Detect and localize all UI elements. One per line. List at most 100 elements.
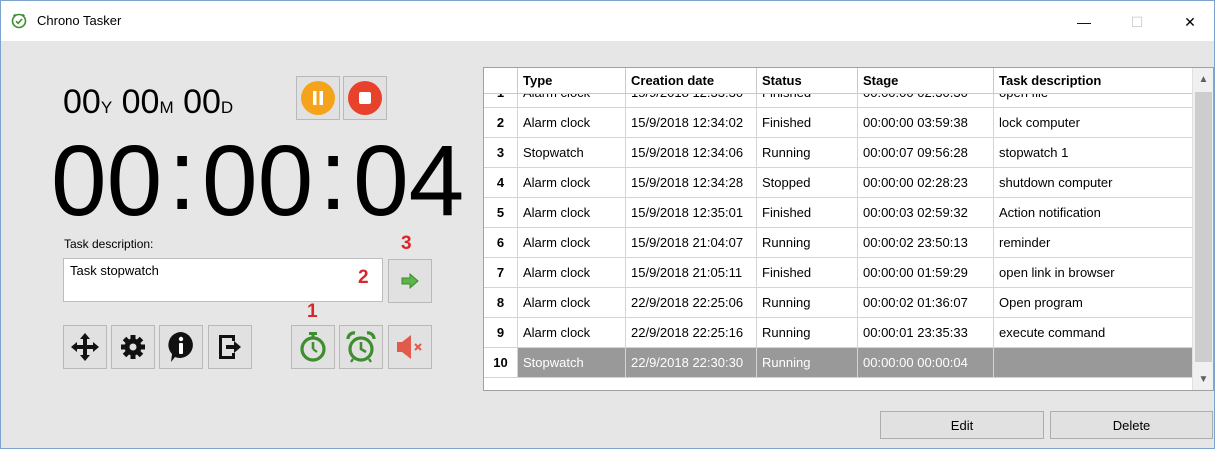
cell-stage: 00:00:00 00:00:04 <box>858 348 994 377</box>
days-unit: D <box>220 98 234 117</box>
cell-type: Alarm clock <box>518 228 626 257</box>
alarm-clock-icon <box>346 331 376 363</box>
days-value: 00 <box>183 83 221 121</box>
scroll-down-icon[interactable]: ▼ <box>1193 370 1213 388</box>
years-value: 00 <box>63 83 101 121</box>
cell-type: Alarm clock <box>518 198 626 227</box>
settings-button[interactable] <box>111 325 155 369</box>
cell-stage: 00:00:02 23:50:13 <box>858 228 994 257</box>
stop-icon <box>348 81 382 115</box>
cell-stage: 00:00:00 02:30:30 <box>858 94 994 107</box>
grid-header: Type Creation date Status Stage Task des… <box>484 68 1192 94</box>
seconds-value: 04 <box>353 125 465 237</box>
cell-type: Alarm clock <box>518 258 626 287</box>
exit-icon <box>219 335 241 359</box>
hours-value: 00 <box>51 125 163 237</box>
column-header-stage[interactable]: Stage <box>858 68 994 93</box>
row-number: 6 <box>484 228 518 257</box>
cell-type: Stopwatch <box>518 138 626 167</box>
elapsed-time-display: 00:00:04 <box>51 125 464 231</box>
row-number: 9 <box>484 318 518 347</box>
annotation-1: 1 <box>307 301 318 322</box>
months-value: 00 <box>121 83 160 121</box>
cell-stage: 00:00:02 01:36:07 <box>858 288 994 317</box>
row-number: 1 <box>484 94 518 107</box>
task-description-input[interactable]: Task stopwatch <box>63 258 383 302</box>
maximize-button: ☐ <box>1130 13 1144 30</box>
stopwatch-button[interactable] <box>291 325 335 369</box>
row-number: 10 <box>484 348 518 377</box>
cell-status: Finished <box>757 198 858 227</box>
cell-type: Alarm clock <box>518 168 626 197</box>
cell-description: open file <box>994 94 1192 107</box>
table-row[interactable]: 5 Alarm clock 15/9/2018 12:35:01 Finishe… <box>484 198 1192 228</box>
close-button[interactable]: ✕ <box>1167 5 1213 39</box>
delete-button[interactable]: Delete <box>1050 411 1213 439</box>
cell-stage: 00:00:01 23:35:33 <box>858 318 994 347</box>
tasks-grid[interactable]: 1 Alarm clock 15/9/2018 12:33:30 Finishe… <box>483 67 1214 391</box>
cell-status: Running <box>757 288 858 317</box>
cell-date: 15/9/2018 12:33:30 <box>626 94 757 107</box>
column-header-status[interactable]: Status <box>757 68 858 93</box>
scrollbar-thumb[interactable] <box>1195 92 1212 362</box>
cell-date: 15/9/2018 12:34:28 <box>626 168 757 197</box>
cell-description: shutdown computer <box>999 175 1113 190</box>
separator-2: : <box>319 119 348 231</box>
table-row[interactable]: 8 Alarm clock 22/9/2018 22:25:06 Running… <box>484 288 1192 318</box>
row-number: 5 <box>484 198 518 227</box>
minimize-button[interactable]: — <box>1061 5 1107 39</box>
title-bar: Chrono Tasker — ☐ ✕ <box>1 1 1214 41</box>
cell-stage: 00:00:07 09:56:28 <box>858 138 994 167</box>
years-unit: Y <box>100 98 113 117</box>
gear-icon <box>121 335 145 359</box>
cell-stage: 00:00:00 03:59:38 <box>858 108 994 137</box>
cell-status: Running <box>757 318 858 347</box>
cell-type: Alarm clock <box>518 108 626 137</box>
window-title: Chrono Tasker <box>37 13 122 28</box>
cell-date: 15/9/2018 21:05:11 <box>626 258 757 287</box>
mute-button[interactable] <box>388 325 432 369</box>
cell-date: 22/9/2018 22:30:30 <box>626 348 757 377</box>
cell-status: Finished <box>757 258 858 287</box>
table-row[interactable]: 1 Alarm clock 15/9/2018 12:33:30 Finishe… <box>484 94 1192 108</box>
table-row[interactable]: 6 Alarm clock 15/9/2018 21:04:07 Running… <box>484 228 1192 258</box>
app-window: Chrono Tasker — ☐ ✕ 00Y 00M 00D 00:00:04… <box>0 0 1215 449</box>
cell-type: Alarm clock <box>518 94 626 107</box>
cell-stage: 00:00:03 02:59:32 <box>858 198 994 227</box>
cell-description: reminder <box>999 235 1051 250</box>
cell-description: execute command <box>999 325 1106 340</box>
exit-button[interactable] <box>208 325 252 369</box>
info-button[interactable] <box>159 325 203 369</box>
cell-status: Running <box>757 138 858 167</box>
row-number: 4 <box>484 168 518 197</box>
cell-date: 15/9/2018 12:35:01 <box>626 198 757 227</box>
pause-button[interactable] <box>296 76 340 120</box>
scroll-up-icon[interactable]: ▲ <box>1193 70 1213 88</box>
column-header-creation-date[interactable]: Creation date <box>626 68 757 93</box>
stopwatch-icon <box>300 332 326 362</box>
cell-description <box>994 348 1192 377</box>
add-task-button[interactable] <box>388 259 432 303</box>
row-number: 3 <box>484 138 518 167</box>
table-row[interactable]: 7 Alarm clock 15/9/2018 21:05:11 Finishe… <box>484 258 1192 288</box>
vertical-scrollbar[interactable]: ▲ ▼ <box>1192 68 1213 390</box>
table-row-selected[interactable]: 10 Stopwatch 22/9/2018 22:30:30 Running … <box>484 348 1192 378</box>
table-row[interactable]: 9 Alarm clock 22/9/2018 22:25:16 Running… <box>484 318 1192 348</box>
cell-date: 22/9/2018 22:25:06 <box>626 288 757 317</box>
cell-date: 22/9/2018 22:25:16 <box>626 318 757 347</box>
table-row[interactable]: 3 Stopwatch 15/9/2018 12:34:06 Running 0… <box>484 138 1192 168</box>
move-button[interactable] <box>63 325 107 369</box>
edit-button[interactable]: Edit <box>880 411 1044 439</box>
row-number: 7 <box>484 258 518 287</box>
move-arrows-icon <box>71 333 99 361</box>
table-row[interactable]: 2 Alarm clock 15/9/2018 12:34:02 Finishe… <box>484 108 1192 138</box>
cell-type: Alarm clock <box>518 318 626 347</box>
cell-stage: 00:00:00 02:28:23 <box>858 168 994 197</box>
stop-button[interactable] <box>343 76 387 120</box>
column-header-index[interactable] <box>484 68 518 93</box>
column-header-task-description[interactable]: Task description <box>994 68 1192 93</box>
table-row[interactable]: 4 Alarm clock 15/9/2018 12:34:28 Stopped… <box>484 168 1192 198</box>
alarm-clock-button[interactable] <box>339 325 383 369</box>
column-header-type[interactable]: Type <box>518 68 626 93</box>
pause-icon <box>301 81 335 115</box>
